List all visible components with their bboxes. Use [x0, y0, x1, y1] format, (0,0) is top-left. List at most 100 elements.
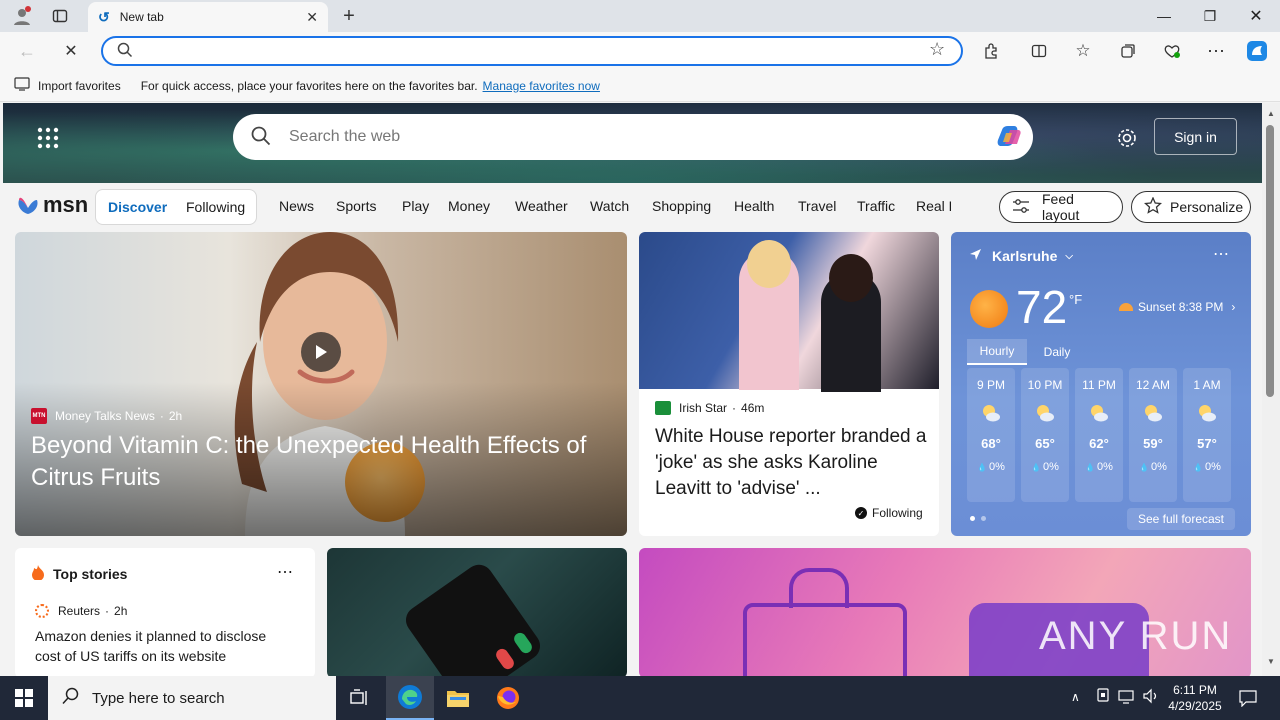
address-bar[interactable]: ☆ [101, 36, 963, 66]
browser-essentials-icon[interactable] [1159, 39, 1185, 63]
web-search-box[interactable]: Search the web [233, 114, 1033, 160]
tab-discover[interactable]: Discover [108, 199, 167, 215]
top-stories-more-icon[interactable]: ⋯ [277, 562, 293, 582]
import-favorites-button[interactable]: Import favorites [38, 79, 121, 93]
settings-gear-icon[interactable] [1116, 127, 1138, 152]
tab-actions-icon[interactable] [48, 4, 72, 28]
nav-sports[interactable]: Sports [336, 198, 376, 214]
wifi-icon[interactable] [1118, 689, 1136, 708]
nav-shopping[interactable]: Shopping [652, 198, 711, 214]
scroll-thumb[interactable] [1266, 125, 1274, 397]
nav-health[interactable]: Health [734, 198, 774, 214]
scroll-up-icon[interactable]: ▲ [1267, 109, 1275, 118]
personalize-button[interactable]: Personalize [1131, 191, 1251, 223]
irish-star-logo [655, 401, 671, 415]
app-launcher-icon[interactable] [37, 127, 59, 152]
story-card[interactable]: Irish Star · 46m White House reporter br… [639, 232, 939, 536]
msn-nav-row: msn Discover Following News Sports Play … [3, 187, 1262, 227]
following-badge[interactable]: ✓ Following [855, 506, 923, 520]
tab-new-tab[interactable]: ↺ New tab ✕ [88, 2, 328, 32]
weather-more-icon[interactable]: ⋯ [1213, 244, 1229, 264]
trading-app-story-tile[interactable] [327, 548, 627, 676]
nav-real-estate[interactable]: Real E [916, 198, 951, 214]
story-headline[interactable]: White House reporter branded a 'joke' as… [655, 424, 927, 502]
minimize-icon[interactable]: — [1141, 0, 1187, 32]
weather-location[interactable]: Karlsruhe ⌵ [969, 248, 1073, 264]
puzzle-story-tile[interactable]: ANY RUN [639, 548, 1251, 676]
extensions-icon[interactable] [978, 39, 1004, 63]
task-view-icon[interactable] [336, 676, 384, 720]
profile-icon[interactable] [10, 4, 34, 28]
tab-following[interactable]: Following [186, 199, 245, 215]
partly-cloudy-night-icon [980, 402, 1002, 424]
hour-forecast-col[interactable]: 10 PM 65° 💧 0% [1021, 368, 1069, 502]
hero-source: MTN Money Talks News · 2h [31, 408, 183, 424]
stop-loading-icon[interactable]: ✕ [58, 39, 84, 63]
msn-logo[interactable]: msn [15, 192, 88, 218]
hour-forecast-col[interactable]: 1 AM 57° 💧 0% [1183, 368, 1231, 502]
hour-forecast-col[interactable]: 12 AM 59° 💧 0% [1129, 368, 1177, 502]
close-tab-icon[interactable]: ✕ [306, 9, 318, 26]
nav-money[interactable]: Money [448, 198, 490, 214]
hour-precip-row: 💧 0% [967, 461, 1015, 473]
nav-travel[interactable]: Travel [798, 198, 836, 214]
hour-temp: 65° [1035, 436, 1055, 451]
check-icon: ✓ [855, 507, 867, 519]
copilot-icon[interactable] [1244, 39, 1270, 63]
puzzle-knob-image [789, 568, 849, 608]
hero-headline[interactable]: Beyond Vitamin C: the Unexpected Health … [31, 430, 611, 494]
taskbar-search-box[interactable]: Type here to search [48, 676, 336, 720]
feed-layout-button[interactable]: Feed layout [999, 191, 1123, 223]
notifications-icon[interactable] [1239, 689, 1257, 710]
hour-forecast-col[interactable]: 9 PM 68° 💧 0% [967, 368, 1015, 502]
edge-taskbar-icon[interactable] [386, 676, 434, 720]
taskbar-search-input[interactable]: Type here to search [92, 690, 225, 707]
reuters-logo [35, 604, 49, 618]
hero-story-card[interactable]: MTN Money Talks News · 2h Beyond Vitamin… [15, 232, 627, 536]
favorites-icon[interactable]: ☆ [1070, 39, 1096, 63]
manage-favorites-link[interactable]: Manage favorites now [483, 79, 600, 93]
restore-icon[interactable]: ❐ [1187, 0, 1233, 32]
vertical-scrollbar[interactable]: ▲ ▼ [1262, 103, 1280, 676]
more-options-icon[interactable]: ⋯ [1203, 39, 1229, 63]
hour-precip: 0% [1043, 461, 1059, 473]
tab-daily[interactable]: Daily [1027, 339, 1087, 365]
close-window-icon[interactable]: ✕ [1233, 0, 1279, 32]
new-tab-icon[interactable]: + [337, 4, 361, 28]
back-icon[interactable]: ← [14, 39, 40, 63]
sign-in-button[interactable]: Sign in [1154, 118, 1237, 155]
msn-logo-text: msn [43, 192, 89, 217]
feed-layout-label: Feed layout [1042, 191, 1080, 223]
favorite-star-icon[interactable]: ☆ [929, 39, 945, 60]
network-status-icon[interactable] [1096, 688, 1110, 707]
scroll-down-icon[interactable]: ▼ [1267, 657, 1275, 666]
tab-hourly[interactable]: Hourly [967, 339, 1027, 365]
windows-start-icon[interactable] [0, 676, 48, 720]
hero-source-name: Money Talks News [55, 409, 155, 423]
title-bar: ↺ New tab ✕ + — ❐ ✕ [0, 0, 1280, 32]
top-story-source: Reuters · 2h [35, 604, 127, 618]
nav-play[interactable]: Play [402, 198, 429, 214]
nav-watch[interactable]: Watch [590, 198, 629, 214]
nav-weather[interactable]: Weather [515, 198, 568, 214]
split-screen-icon[interactable] [1026, 39, 1052, 63]
weather-card[interactable]: Karlsruhe ⌵ ⋯ 72 °F Sunset 8:38 PM › Hou… [951, 232, 1251, 536]
top-story-headline[interactable]: Amazon denies it planned to disclose cos… [35, 626, 295, 666]
clock[interactable]: 6:11 PM 4/29/2025 [1168, 682, 1222, 714]
partly-cloudy-night-icon [1142, 402, 1164, 424]
web-search-input[interactable]: Search the web [289, 128, 993, 146]
show-hidden-icons-icon[interactable]: ∧ [1071, 690, 1080, 704]
copilot-search-icon[interactable] [993, 120, 1025, 155]
nav-news[interactable]: News [279, 198, 314, 214]
firefox-icon[interactable] [484, 676, 532, 720]
collections-icon[interactable] [1115, 39, 1141, 63]
play-video-icon[interactable] [301, 332, 341, 372]
hour-forecast-col[interactable]: 11 PM 62° 💧 0% [1075, 368, 1123, 502]
sunset-info[interactable]: Sunset 8:38 PM › [1119, 300, 1235, 314]
top-stories-card[interactable]: Top stories ⋯ Reuters · 2h Amazon denies… [15, 548, 315, 676]
nav-traffic[interactable]: Traffic [857, 198, 895, 214]
file-explorer-icon[interactable] [434, 676, 482, 720]
speaker-icon[interactable] [1143, 688, 1159, 707]
see-full-forecast-button[interactable]: See full forecast [1127, 508, 1235, 530]
hair-dark [829, 254, 873, 302]
